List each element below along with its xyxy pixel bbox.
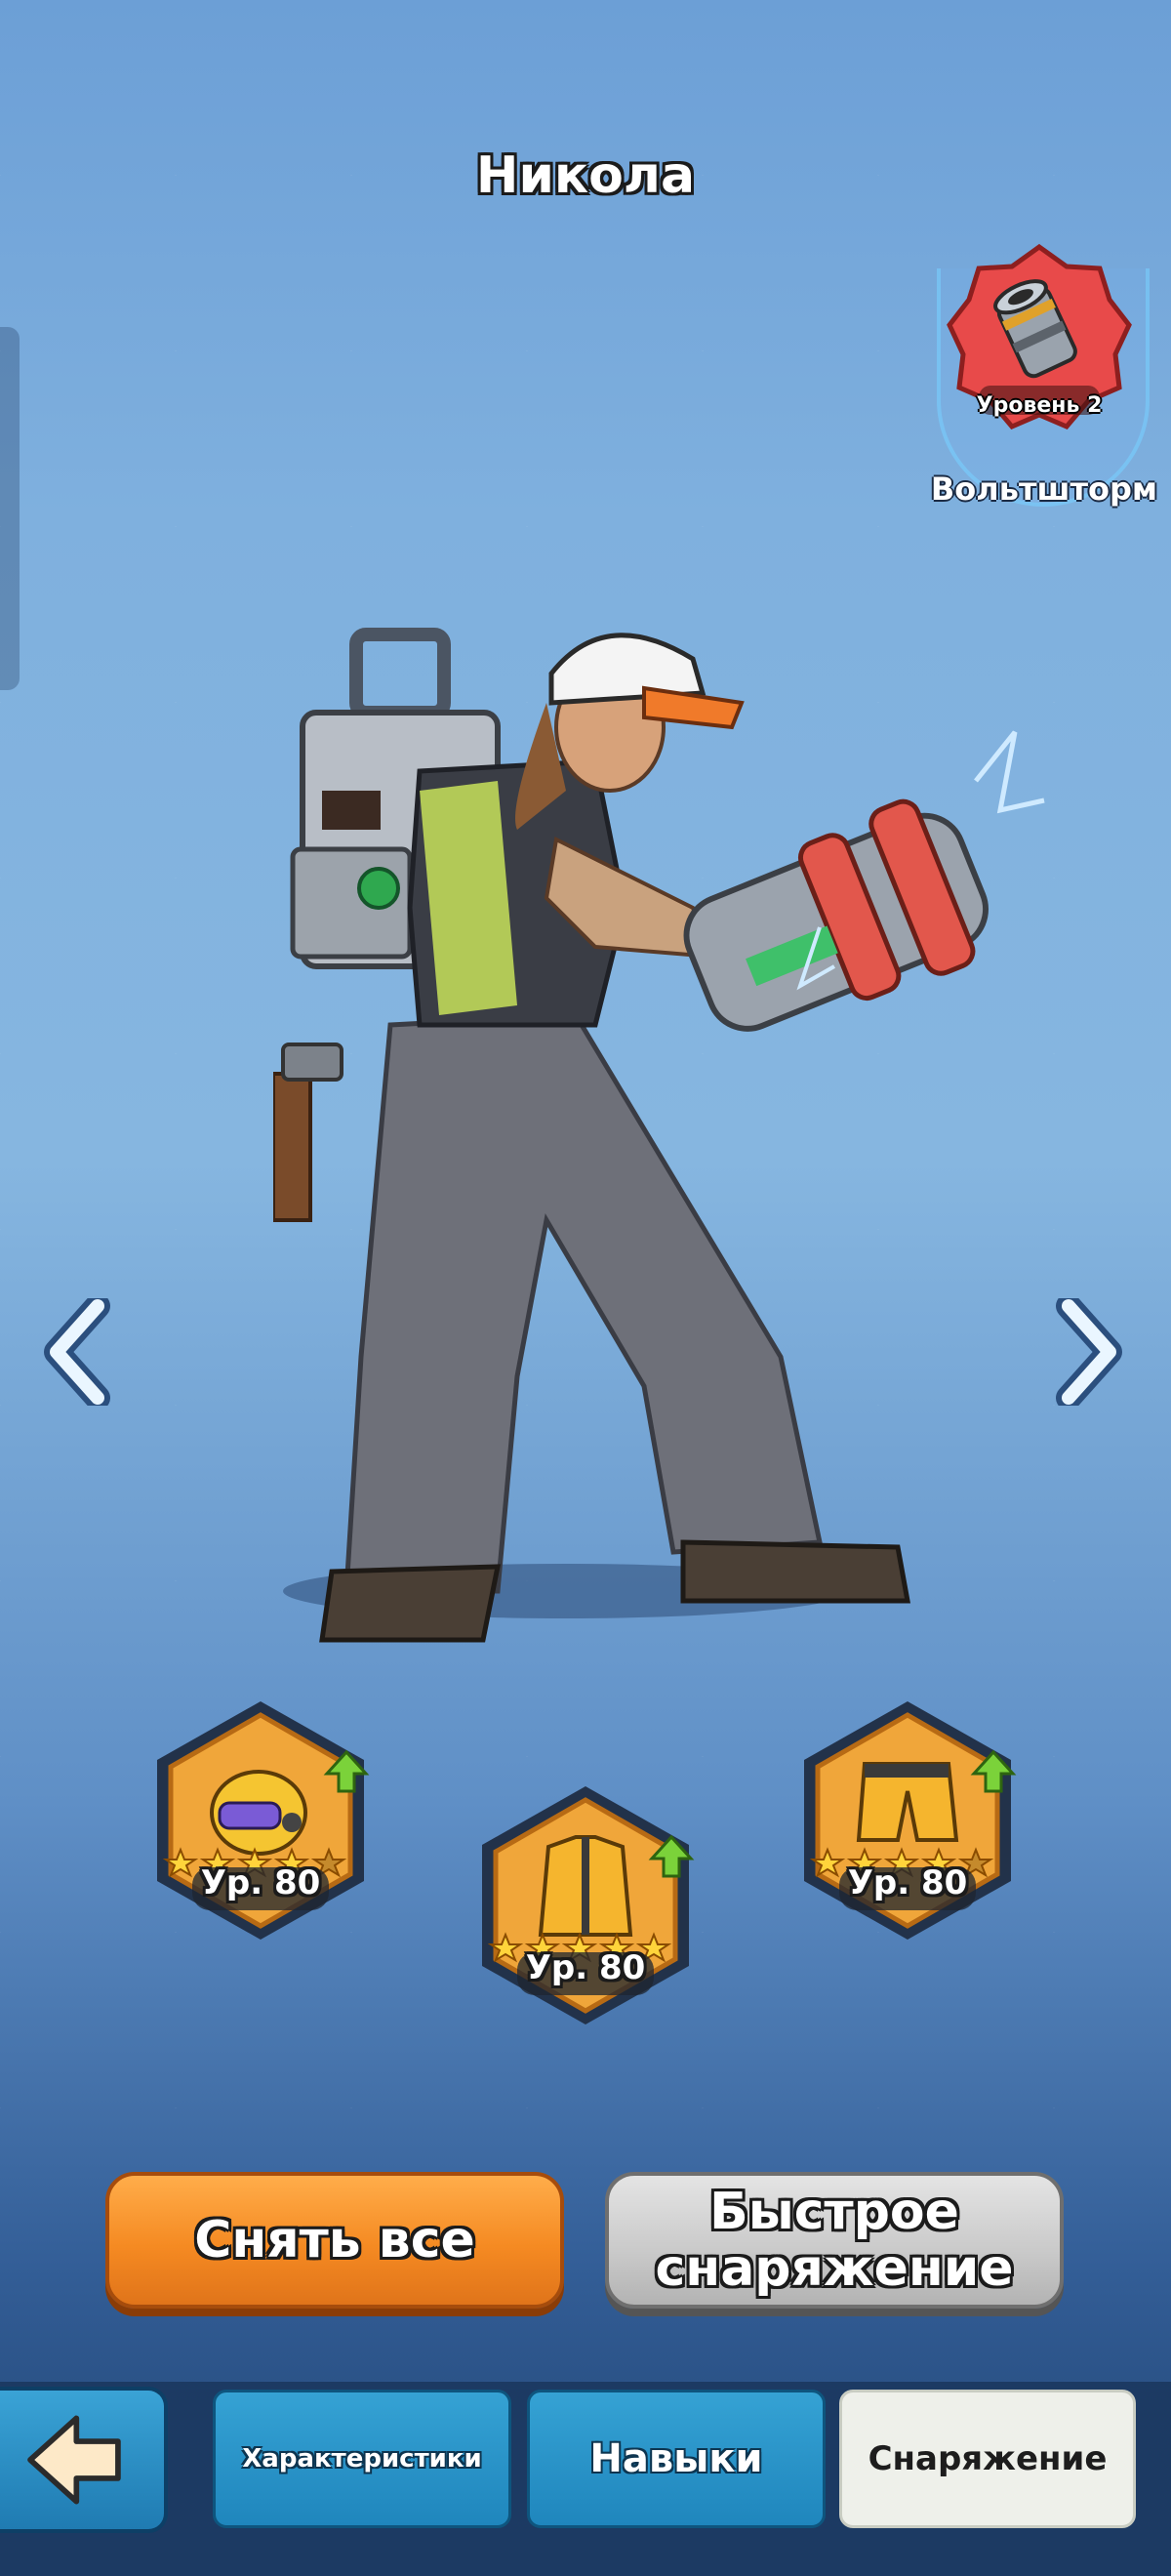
chevron-right-icon xyxy=(1056,1293,1122,1411)
back-arrow-icon xyxy=(27,2415,121,2505)
chevron-left-icon xyxy=(44,1293,110,1411)
quick-equip-button[interactable]: Быстрое снаряжение xyxy=(605,2172,1064,2309)
tab-skills[interactable]: Навыки xyxy=(527,2390,826,2528)
next-hero-arrow[interactable] xyxy=(1049,1293,1127,1411)
equipment-slot-pants[interactable]: Ур. 80 xyxy=(781,1694,1034,1947)
quick-equip-label: Быстрое снаряжение xyxy=(655,2183,1014,2298)
hero-character-model xyxy=(273,628,1045,1643)
hexagon-frame xyxy=(157,1701,370,1940)
tab-stats-label: Характеристики xyxy=(242,2444,482,2474)
equipment-level: Ур. 80 xyxy=(847,1863,968,1902)
remove-all-button[interactable]: Снять все xyxy=(105,2172,564,2309)
equipment-slot-helmet[interactable]: Ур. 80 xyxy=(134,1694,387,1947)
tab-skills-label: Навыки xyxy=(589,2436,763,2481)
helmet-icon xyxy=(210,1770,307,1856)
tab-equipment-label: Снаряжение xyxy=(868,2439,1108,2478)
previous-hero-arrow[interactable] xyxy=(39,1293,117,1411)
side-panel-handle[interactable] xyxy=(0,327,20,690)
tab-equipment[interactable]: Снаряжение xyxy=(839,2390,1136,2528)
armor-vest-icon xyxy=(538,1835,633,1937)
equipment-level: Ур. 80 xyxy=(200,1863,321,1902)
remove-all-label: Снять все xyxy=(194,2211,475,2269)
equipment-slot-armor[interactable]: Ур. 80 xyxy=(459,1779,712,2032)
weapon-level: Уровень 2 xyxy=(976,393,1103,418)
back-button[interactable] xyxy=(0,2387,168,2533)
equipment-level: Ур. 80 xyxy=(525,1948,646,1987)
weapon-name[interactable]: Вольтшторм xyxy=(917,470,1171,508)
tab-stats[interactable]: Характеристики xyxy=(213,2390,511,2528)
hexagon-frame xyxy=(482,1786,695,2024)
hexagon-frame xyxy=(804,1701,1017,1940)
hero-name: Никола xyxy=(475,146,696,205)
